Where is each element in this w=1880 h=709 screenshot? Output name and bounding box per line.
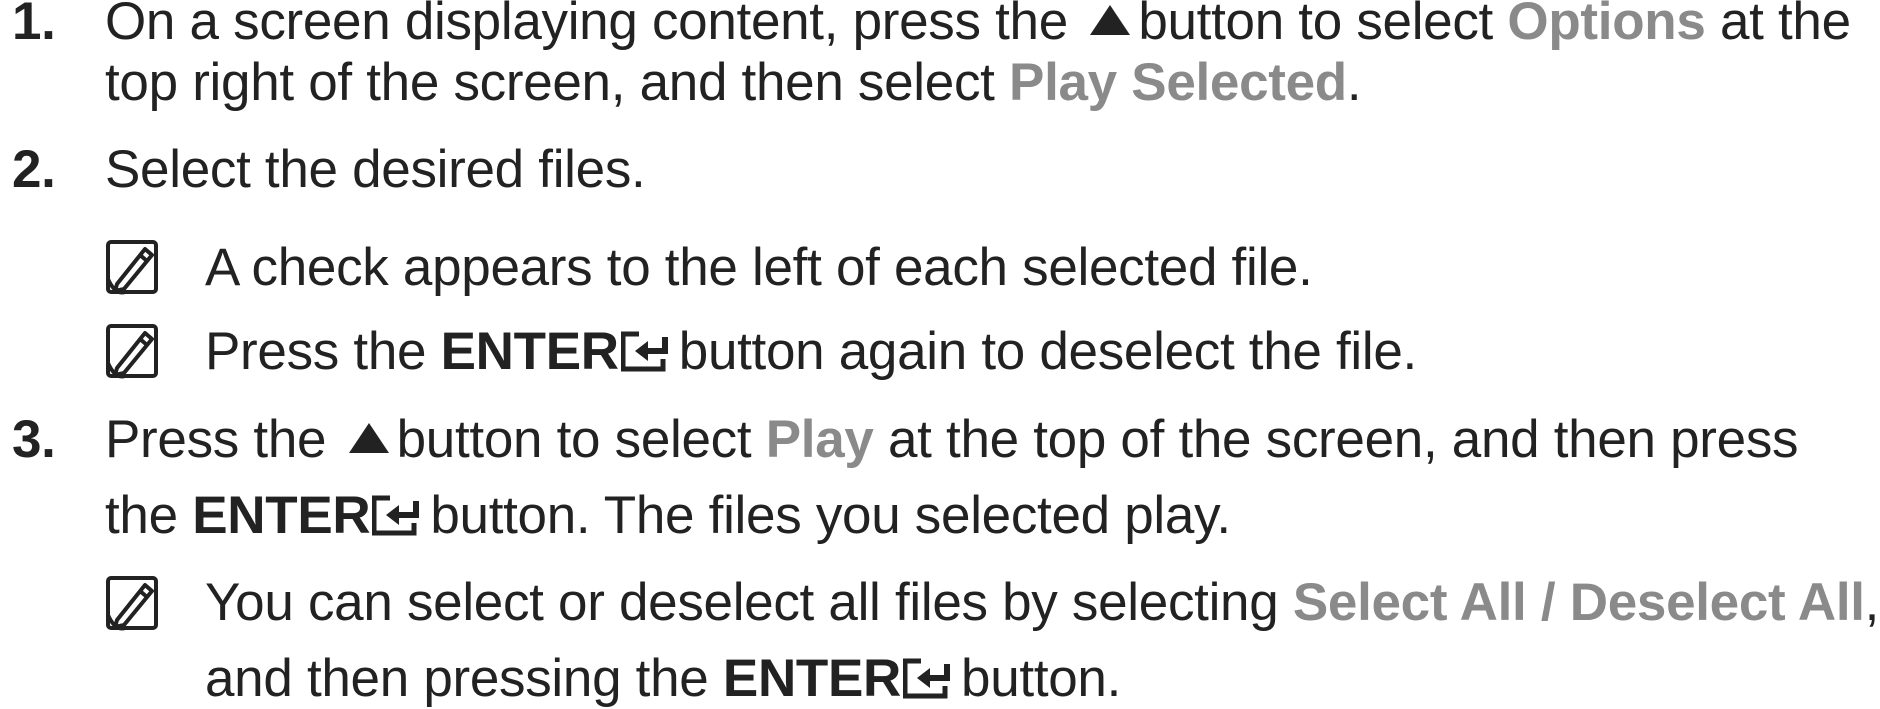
step-text: at the top of the screen, and then press — [888, 410, 1799, 469]
step-2-text: Select the desired files. — [105, 140, 646, 199]
menu-term-play-selected: Play Selected — [1009, 53, 1347, 112]
instructions-document: 1. On a screen displaying content, press… — [0, 0, 1880, 708]
note-text: button. — [961, 649, 1122, 708]
button-term-enter: ENTER — [722, 649, 902, 708]
menu-term-play: Play — [765, 410, 874, 469]
note-text: Press the — [205, 322, 427, 381]
step-text: button. The files you selected play. — [430, 486, 1231, 545]
step-number: 1. — [12, 0, 56, 51]
step-2-note-2: Press the ENTER button again to deselect … — [205, 322, 1417, 382]
step-3-text: Press the button to select Play at the t… — [105, 410, 1799, 470]
step-text: button to select — [396, 410, 752, 469]
up-triangle-icon — [1090, 5, 1131, 35]
step-text: . — [1346, 53, 1362, 112]
step-text: at the — [1719, 0, 1851, 51]
note-pencil-icon — [105, 575, 163, 633]
step-number: 3. — [12, 410, 56, 469]
enter-icon — [903, 658, 955, 700]
up-triangle-icon — [348, 423, 389, 453]
step-text: On a screen displaying content, press th… — [105, 0, 1068, 51]
step-3-line-2: the ENTER button. The files you selected … — [105, 486, 1231, 546]
step-2-note-1: A check appears to the left of each sele… — [205, 238, 1313, 298]
step-text: the — [105, 486, 178, 545]
step-text: Press the — [105, 410, 327, 469]
note-text: button again to deselect the file. — [678, 322, 1418, 381]
step-text: button to select — [1138, 0, 1493, 51]
step-text: top right of the screen, and then select — [105, 53, 995, 112]
menu-term-select-all-deselect-all: Select All / Deselect All — [1292, 573, 1865, 632]
button-term-enter: ENTER — [440, 322, 619, 381]
step-number: 2. — [12, 140, 56, 199]
note-pencil-icon — [105, 323, 163, 381]
step-3-note-1-line-2: and then pressing the ENTER button. — [205, 649, 1121, 709]
step-1-line-2: top right of the screen, and then select… — [105, 53, 1362, 113]
button-term-enter: ENTER — [192, 486, 371, 545]
note-text: and then pressing the — [205, 649, 709, 708]
enter-icon — [621, 331, 673, 373]
note-text: A check appears to the left of each sele… — [205, 238, 1313, 297]
step-1-text: On a screen displaying content, press th… — [105, 0, 1851, 52]
note-text: You can select or deselect all files by … — [205, 573, 1279, 632]
enter-icon — [372, 495, 424, 537]
menu-term-options: Options — [1507, 0, 1706, 51]
note-pencil-icon — [105, 239, 163, 297]
step-3-note-1-line-1: You can select or deselect all files by … — [205, 573, 1879, 633]
note-text: , — [1864, 573, 1880, 632]
